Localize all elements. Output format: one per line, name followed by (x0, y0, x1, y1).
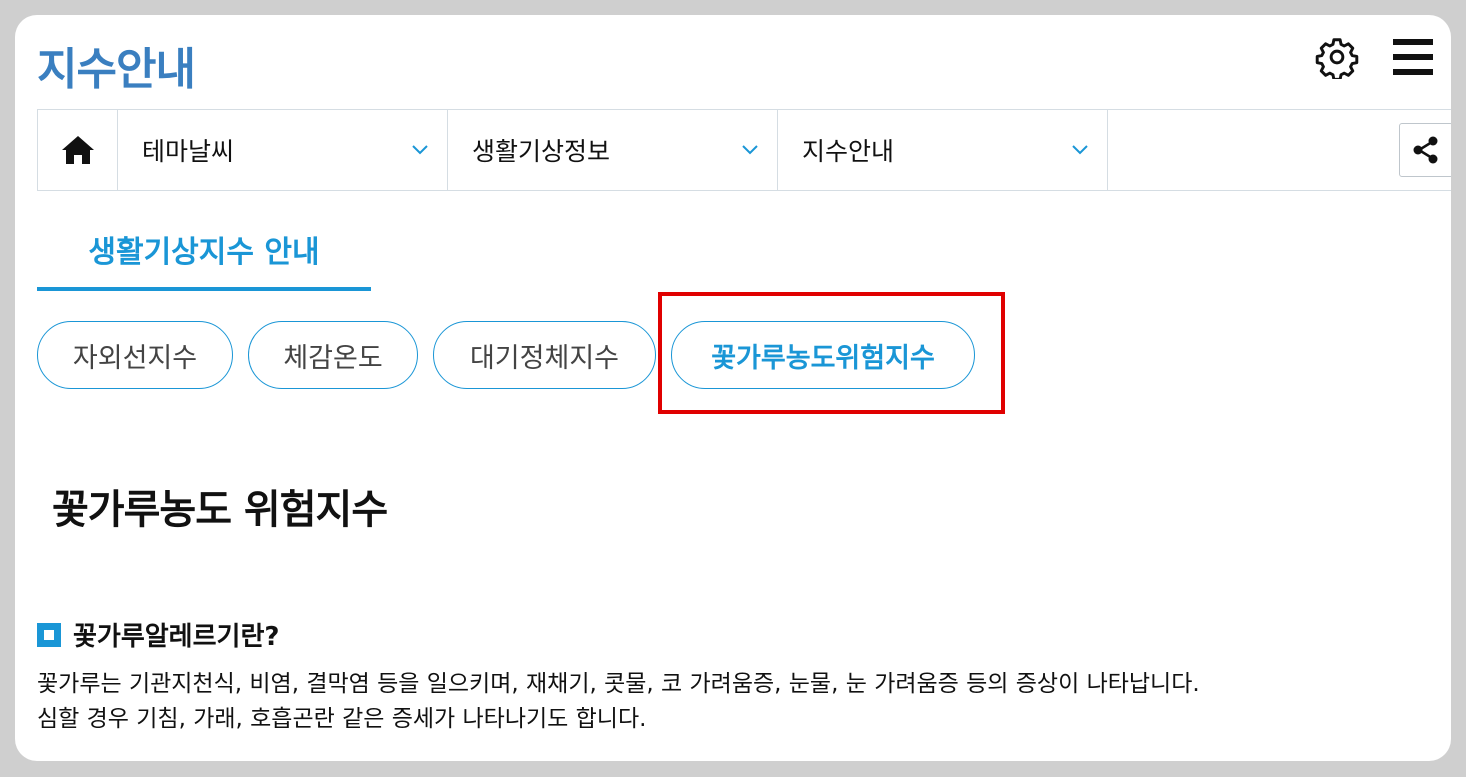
tab-life-weather-index-guide[interactable]: 생활기상지수 안내 (37, 211, 371, 291)
tab-label: 생활기상지수 안내 (88, 235, 320, 270)
index-filter-pills: 자외선지수 체감온도 대기정체지수 꽃가루농도위험지수 (37, 321, 975, 389)
page-title: 지수안내 (37, 44, 196, 95)
chevron-down-icon (741, 141, 759, 160)
page-card: 지수안내 테마날씨 생활기상정보 지수안내 생활기상지수 안내 자외선지수 체감… (15, 15, 1451, 761)
breadcrumb-label: 지수안내 (802, 137, 895, 166)
breadcrumb-spacer (1108, 110, 1451, 190)
breadcrumb-dropdown-theme-weather[interactable]: 테마날씨 (118, 110, 448, 190)
square-bullet-icon (37, 622, 61, 647)
pill-uv-index[interactable]: 자외선지수 (37, 321, 233, 389)
chevron-down-icon (411, 141, 429, 160)
home-icon[interactable] (38, 110, 118, 190)
breadcrumb-dropdown-index-guide[interactable]: 지수안내 (778, 110, 1108, 190)
description-line: 심할 경우 기침, 가래, 호흡곤란 같은 증세가 나타나기도 합니다. (37, 706, 647, 732)
chevron-down-icon (1071, 141, 1089, 160)
pill-air-stagnation-index[interactable]: 대기정체지수 (433, 321, 656, 389)
breadcrumb-label: 테마날씨 (142, 137, 235, 166)
sub-heading-text: 꽃가루알레르기란? (73, 622, 280, 652)
description: 꽃가루는 기관지천식, 비염, 결막염 등을 일으키며, 재채기, 콧물, 코 … (37, 667, 1200, 737)
header-actions (1315, 35, 1433, 79)
description-line: 꽃가루는 기관지천식, 비염, 결막염 등을 일으키며, 재채기, 콧물, 코 … (37, 671, 1200, 697)
gear-icon[interactable] (1315, 35, 1359, 79)
pill-wind-chill[interactable]: 체감온도 (248, 321, 418, 389)
breadcrumb: 테마날씨 생활기상정보 지수안내 (37, 109, 1451, 191)
hamburger-menu-icon[interactable] (1393, 37, 1433, 77)
share-icon (1413, 136, 1438, 164)
breadcrumb-dropdown-life-weather-info[interactable]: 생활기상정보 (448, 110, 778, 190)
pill-pollen-risk-index[interactable]: 꽃가루농도위험지수 (671, 321, 975, 389)
share-button[interactable] (1399, 123, 1451, 177)
breadcrumb-label: 생활기상정보 (472, 137, 611, 166)
sub-heading: 꽃가루알레르기란? (37, 616, 279, 653)
content-heading: 꽃가루농도 위험지수 (52, 487, 388, 533)
